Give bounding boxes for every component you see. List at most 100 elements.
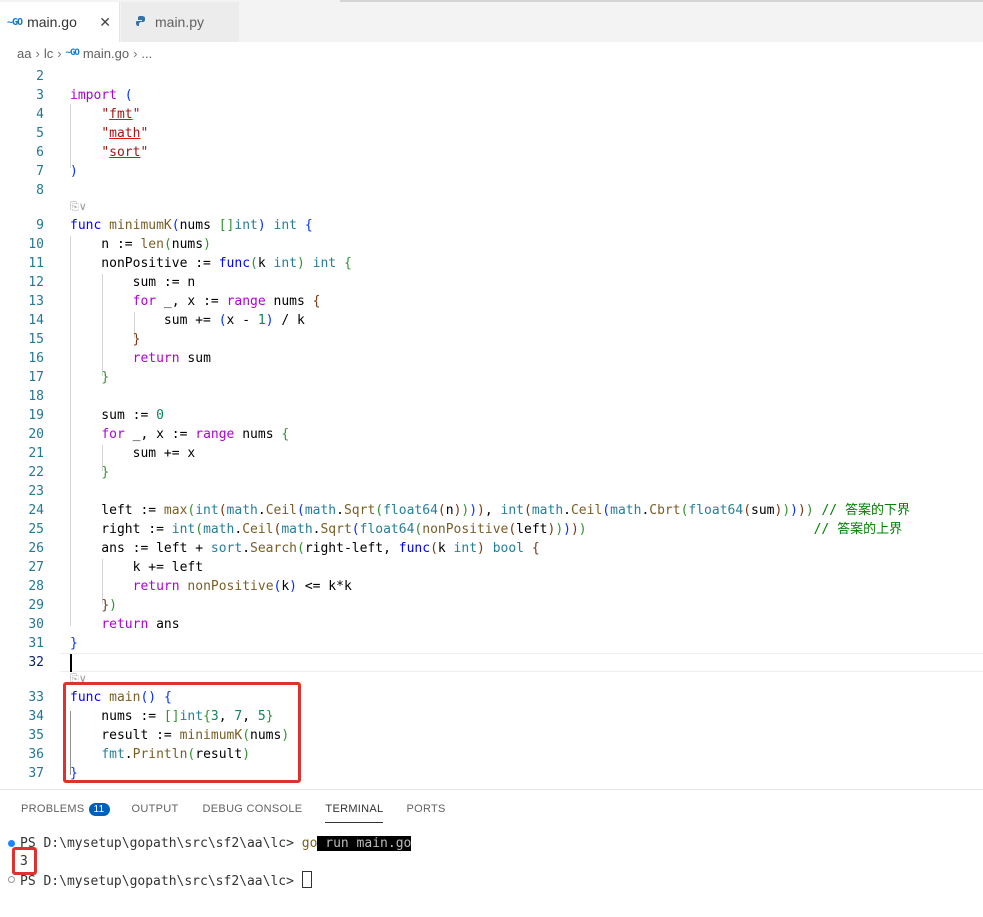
line-number: 20 [28, 427, 44, 442]
line-number-current: 32 [28, 655, 44, 670]
chevron-right-icon: › [35, 45, 40, 61]
tab-label: main.py [155, 14, 205, 30]
code-line: nonPositive := func(k int) int { [70, 256, 352, 271]
line-number: 6 [36, 145, 44, 160]
line-number: 31 [28, 636, 44, 651]
line-number: 36 [28, 747, 44, 762]
code-line: sum += (x - 1) / k [70, 313, 305, 328]
line-number: 14 [28, 313, 44, 328]
line-number: 25 [28, 522, 44, 537]
breadcrumb-item-aa[interactable]: aa [17, 46, 31, 61]
line-number: 37 [28, 766, 44, 781]
command-pending-icon[interactable] [8, 876, 15, 883]
output-highlight-box [12, 847, 37, 875]
breadcrumb-item-symbol[interactable]: ... [141, 46, 152, 61]
code-line: "sort" [101, 145, 149, 160]
tab-terminal[interactable]: TERMINAL [325, 797, 384, 823]
line-number: 34 [28, 709, 44, 724]
tab-debug-console[interactable]: DEBUG CONSOLE [203, 797, 303, 821]
line-number: 18 [28, 389, 44, 404]
line-number: 7 [36, 164, 44, 179]
code-line: return nonPositive(k) <= k*k [132, 579, 352, 594]
code-line: return sum [132, 351, 211, 366]
python-file-icon [135, 15, 147, 30]
line-number: 9 [36, 218, 44, 233]
line-number: 26 [28, 541, 44, 556]
close-icon[interactable]: ✕ [99, 14, 111, 31]
code-line: ) [70, 164, 78, 179]
code-line: } [101, 370, 110, 385]
text-cursor [70, 654, 72, 672]
main-function-highlight-box [63, 682, 301, 783]
tab-label: main.go [27, 14, 77, 30]
panel-tab-bar: PROBLEMS 11 OUTPUT DEBUG CONSOLE TERMINA… [0, 797, 446, 823]
line-number: 29 [28, 598, 44, 613]
line-number: 3 [36, 88, 44, 103]
code-line: "math" [101, 126, 149, 141]
tab-output[interactable]: OUTPUT [132, 797, 179, 821]
line-number: 8 [36, 183, 44, 198]
go-file-icon: ~GO [65, 48, 80, 58]
code-line: k += left [70, 560, 204, 575]
tab-problems[interactable]: PROBLEMS 11 [21, 797, 110, 821]
chevron-right-icon: › [133, 45, 138, 61]
panel-divider [0, 789, 983, 790]
command-success-icon[interactable] [8, 840, 15, 847]
terminal-prompt-line: PS D:\mysetup\gopath\src\sf2\aa\lc> [20, 871, 312, 889]
current-line-highlight [60, 653, 983, 672]
line-number: 4 [36, 107, 44, 122]
line-number: 28 [28, 579, 44, 594]
tab-main-go[interactable]: ~GO main.go ✕ [0, 2, 120, 42]
terminal[interactable]: PS D:\mysetup\gopath\src\sf2\aa\lc> go r… [0, 826, 983, 917]
line-number: 15 [28, 332, 44, 347]
code-line: } [132, 332, 141, 347]
line-number: 27 [28, 560, 44, 575]
line-number: 22 [28, 465, 44, 480]
line-number: 35 [28, 728, 44, 743]
code-line: sum += x [70, 446, 196, 461]
code-line: "fmt" [101, 107, 141, 122]
line-number: 21 [28, 446, 44, 461]
tab-ports[interactable]: PORTS [406, 797, 445, 821]
line-number: 12 [28, 275, 44, 290]
line-number: 19 [28, 408, 44, 423]
breadcrumb-item-file[interactable]: main.go [83, 46, 129, 61]
terminal-command-line: PS D:\mysetup\gopath\src\sf2\aa\lc> go r… [20, 836, 412, 851]
line-number: 23 [28, 484, 44, 499]
code-line: return ans [101, 617, 180, 632]
comment-lower-bound: // 答案的下界 [821, 503, 910, 518]
breadcrumb-item-lc[interactable]: lc [44, 46, 53, 61]
code-line: sum := 0 [70, 408, 164, 423]
code-line: n := len(nums) [70, 237, 211, 252]
code-line: for _, x := range nums { [101, 427, 290, 442]
tab-bar-border [340, 0, 983, 2]
problems-count-badge: 11 [88, 802, 110, 816]
editor-tab-bar: ~GO main.go ✕ main.py [0, 0, 983, 42]
code-line: left := max(int(math.Ceil(math.Sqrt(floa… [70, 503, 910, 518]
code-line: } [70, 636, 78, 651]
codelens-icon[interactable]: ⎘∨ [70, 200, 87, 214]
go-file-icon: ~GO [7, 16, 23, 28]
code-line: import ( [70, 88, 133, 103]
terminal-cursor [301, 871, 312, 888]
line-number: 30 [28, 617, 44, 632]
line-number: 10 [28, 237, 44, 252]
comment-upper-bound: // 答案的上界 [813, 522, 903, 537]
code-line: ans := left + sort.Search(right-left, fu… [70, 541, 540, 556]
line-number: 24 [28, 503, 44, 518]
code-editor[interactable]: 2 3 4 5 6 7 8 9 10 11 12 13 14 15 16 17 … [0, 64, 983, 786]
line-number: 17 [28, 370, 44, 385]
line-number: 2 [36, 69, 44, 84]
code-line: } [101, 465, 110, 480]
line-number: 33 [28, 690, 44, 705]
tab-main-py[interactable]: main.py [121, 2, 239, 42]
breadcrumb: aa › lc › ~GO main.go › ... [0, 42, 983, 64]
chevron-right-icon: › [57, 45, 62, 61]
code-line: }) [101, 598, 117, 613]
code-line: right := int(math.Ceil(math.Sqrt(float64… [70, 522, 903, 537]
line-number: 13 [28, 294, 44, 309]
line-number: 11 [28, 256, 44, 271]
code-line: for _, x := range nums { [132, 294, 321, 309]
line-number: 16 [28, 351, 44, 366]
code-line: sum := n [70, 275, 196, 290]
